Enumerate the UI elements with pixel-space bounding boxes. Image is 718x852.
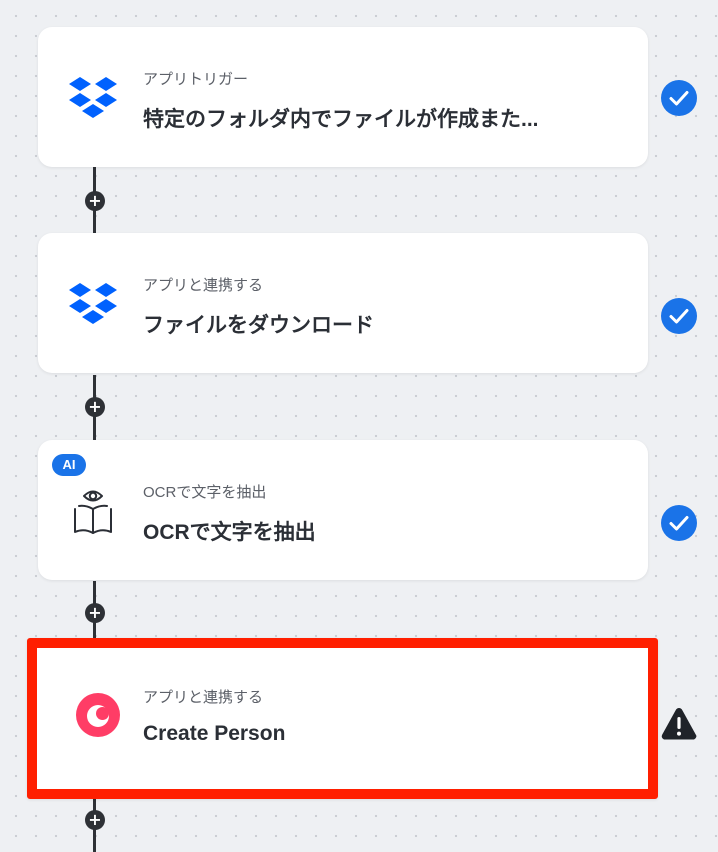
step-type-label: アプリと連携する <box>143 277 264 294</box>
flow-step-card-create-person[interactable]: アプリと連携する Create Person <box>27 638 658 799</box>
flow-step-card-trigger[interactable]: アプリトリガー 特定のフォルダ内でファイルが作成また... <box>38 27 648 167</box>
step-type-label: アプリと連携する <box>143 689 264 706</box>
warning-icon <box>661 708 697 740</box>
flow-step-card-download[interactable]: アプリと連携する ファイルをダウンロード <box>38 233 648 373</box>
capsule-crm-icon <box>76 693 120 737</box>
add-step-button[interactable]: + <box>85 191 105 211</box>
dropbox-icon <box>69 283 117 324</box>
ai-badge: AI <box>52 454 86 476</box>
step-title: OCRで文字を抽出 <box>143 521 316 544</box>
add-step-button[interactable]: + <box>85 603 105 623</box>
ocr-book-eye-icon <box>74 490 112 534</box>
step-type-label: OCRで文字を抽出 <box>143 484 267 501</box>
step-title: Create Person <box>143 722 286 745</box>
dropbox-icon <box>69 77 117 118</box>
step-type-label: アプリトリガー <box>143 71 249 88</box>
check-icon <box>661 80 697 116</box>
step-title: ファイルをダウンロード <box>143 314 374 337</box>
flow-step-card-ocr[interactable]: AI OCRで文字を抽出 OCRで文字を抽出 <box>38 440 648 580</box>
add-step-button[interactable]: + <box>85 397 105 417</box>
check-icon <box>661 505 697 541</box>
workflow-canvas: + + + + アプリトリガー 特定のフォルダ内でファイルが作成また... アプ… <box>0 0 718 852</box>
add-step-button[interactable]: + <box>85 810 105 830</box>
check-icon <box>661 298 697 334</box>
step-title: 特定のフォルダ内でファイルが作成また... <box>143 108 539 131</box>
